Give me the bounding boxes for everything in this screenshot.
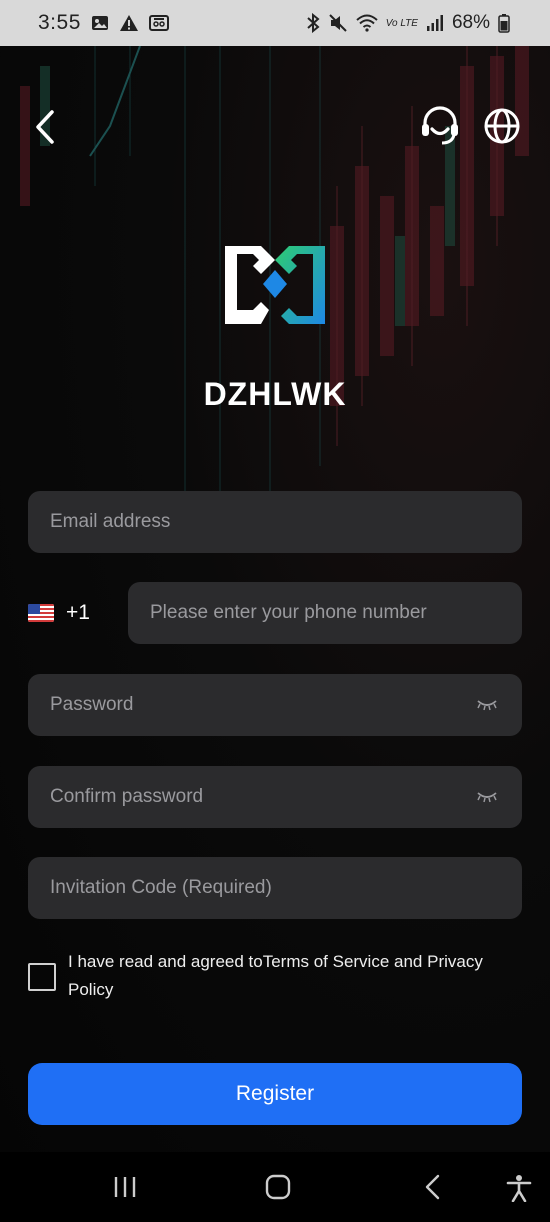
eye-closed-icon[interactable] <box>474 698 500 712</box>
bluetooth-icon <box>306 13 320 33</box>
accessibility-icon[interactable] <box>506 1174 532 1207</box>
network-type: Vo LTE <box>385 17 418 29</box>
country-code-selector[interactable]: +1 <box>28 582 90 644</box>
status-left: 3:55 <box>38 11 169 35</box>
phone-field[interactable] <box>150 602 500 624</box>
wifi-icon <box>356 14 378 32</box>
confirm-password-field[interactable] <box>50 786 474 808</box>
signal-icon <box>426 14 444 32</box>
back-icon[interactable] <box>422 1174 444 1205</box>
status-right: Vo LTE 68% <box>306 12 510 34</box>
email-field[interactable] <box>50 511 500 533</box>
phone-field-container <box>128 582 522 644</box>
register-button[interactable]: Register <box>28 1063 522 1125</box>
headset-icon[interactable] <box>418 104 462 148</box>
confirm-password-field-container <box>28 766 522 828</box>
battery-icon <box>498 13 510 33</box>
terms-text[interactable]: I have read and agreed toTerms of Servic… <box>68 948 522 1004</box>
battery-percent: 68% <box>451 12 490 33</box>
cast-icon <box>148 14 169 32</box>
us-flag-icon <box>28 604 54 622</box>
warning-icon <box>119 14 139 32</box>
register-screen: DZHLWK +1 I have read and agreed <box>0 46 550 1152</box>
mute-icon <box>328 13 348 33</box>
eye-closed-icon[interactable] <box>474 790 500 804</box>
brand-name: DZHLWK <box>203 376 347 412</box>
home-icon[interactable] <box>264 1174 292 1205</box>
recent-apps-icon[interactable] <box>112 1174 138 1205</box>
email-field-container <box>28 491 522 553</box>
invitation-code-field[interactable] <box>50 877 500 899</box>
terms-agreement: I have read and agreed toTerms of Servic… <box>28 948 522 1004</box>
system-nav-bar <box>0 1152 550 1222</box>
globe-icon[interactable] <box>482 106 522 146</box>
password-field-container <box>28 674 522 736</box>
terms-checkbox[interactable] <box>28 963 56 991</box>
country-code: +1 <box>66 601 90 624</box>
image-icon <box>91 14 109 32</box>
invitation-code-field-container <box>28 857 522 919</box>
brand-logo <box>225 246 325 324</box>
header <box>0 102 550 152</box>
status-bar: 3:55 Vo LTE 68% <box>0 0 550 46</box>
status-time: 3:55 <box>38 11 81 34</box>
password-field[interactable] <box>50 694 474 716</box>
chevron-left-icon[interactable] <box>30 106 64 148</box>
